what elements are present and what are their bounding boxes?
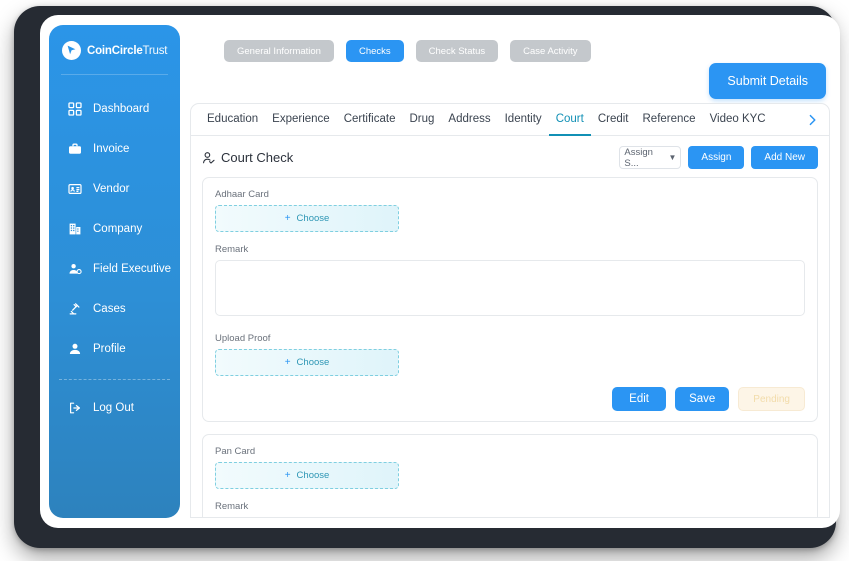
- tab-court[interactable]: Court: [548, 104, 591, 136]
- panel-header-actions: Assign S... ▼ Assign Add New: [619, 146, 818, 169]
- device-frame: CoinCircleTrust Dashboard Invoice Vendor…: [14, 6, 840, 548]
- remark-label: Remark: [215, 501, 249, 512]
- gavel-icon: [67, 301, 83, 317]
- sidebar-item-profile[interactable]: Profile: [49, 329, 180, 369]
- tab-address[interactable]: Address: [441, 104, 497, 136]
- sidebar-item-cases[interactable]: Cases: [49, 289, 180, 329]
- plus-icon: +: [284, 356, 291, 368]
- upload-proof-dropzone[interactable]: + Choose: [215, 349, 399, 376]
- upload-proof-label: Upload Proof: [215, 333, 271, 344]
- page-title: Court Check: [202, 150, 293, 165]
- sidebar-divider: [61, 74, 168, 75]
- user-gear-icon: [67, 261, 83, 277]
- tab-identity[interactable]: Identity: [498, 104, 549, 136]
- user-check-icon: [202, 151, 216, 165]
- remark-label: Remark: [215, 244, 249, 255]
- sidebar-item-field-executive[interactable]: Field Executive: [49, 249, 180, 289]
- play-circle-icon: [62, 41, 81, 60]
- pan-card-dropzone[interactable]: + Choose: [215, 462, 399, 489]
- sidebar-item-dashboard[interactable]: Dashboard: [49, 89, 180, 129]
- pill-case-activity[interactable]: Case Activity: [510, 40, 591, 62]
- building-icon: [67, 221, 83, 237]
- check-card-adhaar: Adhaar Card + Choose Remark Upload Proof…: [202, 177, 818, 422]
- brand-logo[interactable]: CoinCircleTrust: [49, 25, 180, 60]
- brand-name-light: Trust: [142, 44, 168, 57]
- logout-divider: [59, 379, 170, 380]
- chevron-down-icon: ▼: [668, 153, 677, 162]
- choose-label: Choose: [296, 357, 330, 368]
- check-cards: Adhaar Card + Choose Remark Upload Proof…: [191, 177, 829, 518]
- plus-icon: +: [284, 469, 291, 481]
- tab-credit[interactable]: Credit: [591, 104, 636, 136]
- adhaar-card-label: Adhaar Card: [215, 189, 269, 200]
- sidebar-item-label: Cases: [93, 303, 126, 315]
- sidebar: CoinCircleTrust Dashboard Invoice Vendor…: [49, 25, 180, 518]
- sidebar-item-logout[interactable]: Log Out: [49, 388, 180, 428]
- briefcase-icon: [67, 141, 83, 157]
- pill-check-status[interactable]: Check Status: [415, 40, 499, 62]
- submit-details-button[interactable]: Submit Details: [709, 63, 826, 99]
- assign-select-value: Assign S...: [624, 146, 653, 169]
- tab-drug[interactable]: Drug: [402, 104, 441, 136]
- choose-label: Choose: [296, 213, 330, 224]
- tab-reference[interactable]: Reference: [636, 104, 703, 136]
- pill-checks[interactable]: Checks: [345, 40, 404, 62]
- sidebar-item-label: Vendor: [93, 183, 130, 195]
- section-pill-tabs: General Information Checks Check Status …: [224, 40, 591, 62]
- pan-card-label: Pan Card: [215, 446, 256, 457]
- add-new-button[interactable]: Add New: [751, 146, 818, 169]
- assign-select[interactable]: Assign S... ▼: [619, 146, 682, 169]
- choose-label: Choose: [296, 470, 330, 481]
- remark-input[interactable]: [215, 260, 805, 316]
- check-type-tabbar: Education Experience Certificate Drug Ad…: [191, 104, 829, 136]
- tab-certificate[interactable]: Certificate: [337, 104, 403, 136]
- sidebar-item-vendor[interactable]: Vendor: [49, 169, 180, 209]
- id-card-icon: [67, 181, 83, 197]
- sidebar-item-label: Dashboard: [93, 103, 150, 115]
- sidebar-item-label: Log Out: [93, 402, 134, 414]
- tab-video-kyc[interactable]: Video KYC: [703, 104, 773, 136]
- assign-button[interactable]: Assign: [688, 146, 745, 169]
- chevron-right-icon[interactable]: [802, 114, 823, 126]
- brand-name-bold: CoinCircle: [87, 44, 143, 57]
- plus-icon: +: [284, 212, 291, 224]
- card-actions: Edit Save Pending: [215, 387, 805, 411]
- sidebar-item-label: Company: [93, 223, 143, 235]
- sidebar-nav: Dashboard Invoice Vendor Company Field E…: [49, 89, 180, 369]
- check-card-pan: Pan Card + Choose Remark: [202, 434, 818, 518]
- sidebar-item-label: Field Executive: [93, 263, 171, 275]
- sidebar-item-invoice[interactable]: Invoice: [49, 129, 180, 169]
- panel-header: Court Check Assign S... ▼ Assign Add New: [191, 136, 829, 177]
- brand-name: CoinCircleTrust: [87, 45, 167, 57]
- app-screen: CoinCircleTrust Dashboard Invoice Vendor…: [40, 15, 840, 528]
- adhaar-card-dropzone[interactable]: + Choose: [215, 205, 399, 232]
- tab-experience[interactable]: Experience: [265, 104, 337, 136]
- sidebar-item-label: Invoice: [93, 143, 130, 155]
- pill-general-information[interactable]: General Information: [224, 40, 334, 62]
- tab-education[interactable]: Education: [200, 104, 265, 136]
- edit-button[interactable]: Edit: [612, 387, 667, 411]
- save-button[interactable]: Save: [675, 387, 730, 411]
- user-icon: [67, 341, 83, 357]
- grid-icon: [67, 101, 83, 117]
- page-title-text: Court Check: [221, 150, 294, 165]
- checks-panel: Education Experience Certificate Drug Ad…: [190, 103, 830, 518]
- sidebar-item-company[interactable]: Company: [49, 209, 180, 249]
- remark-input[interactable]: [215, 517, 805, 518]
- logout-icon: [67, 400, 83, 416]
- sidebar-item-label: Profile: [93, 343, 126, 355]
- status-badge: Pending: [738, 387, 805, 411]
